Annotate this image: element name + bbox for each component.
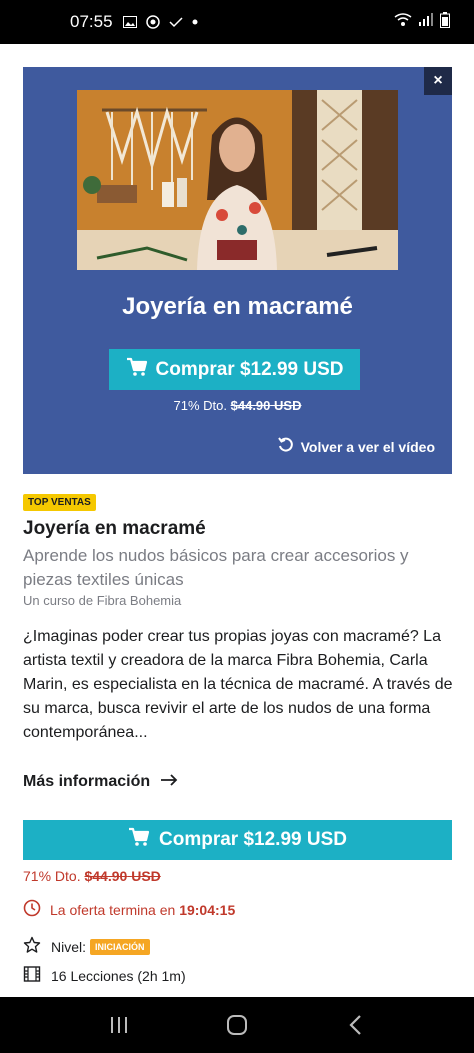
top-seller-badge: TOP VENTAS <box>23 494 96 511</box>
more-info-label: Más información <box>23 773 151 790</box>
recent-apps-button[interactable] <box>99 1005 139 1045</box>
signal-icon <box>418 12 434 32</box>
replay-video-link[interactable]: Volver a ver el vídeo <box>277 437 435 456</box>
video-thumbnail[interactable] <box>77 90 398 270</box>
wifi-icon <box>394 12 412 32</box>
hero-buy-label: Comprar $12.99 USD <box>155 358 344 380</box>
gallery-icon <box>122 16 137 28</box>
status-time: 07:55 <box>70 12 113 31</box>
buy-button[interactable]: Comprar $12.99 USD <box>23 820 452 860</box>
hero-discount: 71% Dto. $44.90 USD <box>23 398 452 413</box>
hero-original-currency: USD <box>274 398 302 413</box>
buy-label: Comprar $12.99 USD <box>159 829 347 850</box>
replay-icon <box>277 437 294 456</box>
status-bar: 07:55 <box>0 0 474 44</box>
film-icon <box>23 965 41 986</box>
star-outline-icon <box>23 936 41 957</box>
home-icon <box>227 1015 247 1035</box>
battery-icon <box>440 11 450 33</box>
discount-pct: 71% Dto. <box>23 868 81 884</box>
lessons-row: 16 Lecciones (2h 1m) <box>23 965 186 986</box>
hero-title: Joyería en macramé <box>122 293 353 320</box>
back-icon <box>349 1015 361 1035</box>
discount-info: 71% Dto. $44.90 USD <box>23 868 161 884</box>
cart-icon <box>128 827 150 853</box>
recents-icon <box>111 1017 127 1033</box>
original-currency: USD <box>131 868 161 884</box>
dot-icon <box>192 19 198 25</box>
home-button[interactable] <box>217 1005 257 1045</box>
offer-text: La oferta termina en <box>50 901 176 918</box>
chrome-icon <box>145 15 160 29</box>
offer-time: 19:04:15 <box>179 901 236 918</box>
offer-countdown: La oferta termina en 19:04:15 <box>23 899 235 920</box>
level-label: Nivel: <box>51 938 87 955</box>
replay-label: Volver a ver el vídeo <box>300 438 435 455</box>
arrow-right-icon <box>160 773 178 791</box>
level-row: Nivel: INICIACIÓN <box>23 936 150 957</box>
hero-buy-button[interactable]: Comprar $12.99 USD <box>109 349 360 390</box>
course-subtitle: Aprende los nudos básicos para crear acc… <box>23 546 409 589</box>
check-icon <box>169 16 183 28</box>
cart-icon <box>126 357 148 383</box>
clock-icon <box>23 899 41 920</box>
close-video-button[interactable]: × <box>424 67 452 95</box>
navigation-bar <box>0 997 474 1053</box>
back-button[interactable] <box>335 1005 375 1045</box>
lessons-text: 16 Lecciones (2h 1m) <box>51 967 186 984</box>
course-title: Joyería en macramé <box>23 518 206 539</box>
more-info-link[interactable]: Más información <box>23 773 178 791</box>
original-price: $44.90 <box>84 868 128 884</box>
level-badge: INICIACIÓN <box>90 938 150 955</box>
course-description: ¿Imaginas poder crear tus propias joyas … <box>23 628 453 741</box>
hero-discount-pct: 71% Dto. <box>173 398 227 413</box>
hero-original-price: $44.90 <box>230 398 271 413</box>
course-author[interactable]: Un curso de Fibra Bohemia <box>23 593 181 608</box>
video-hero: × Joyería en macramé Comprar $12.99 USD … <box>23 67 452 474</box>
